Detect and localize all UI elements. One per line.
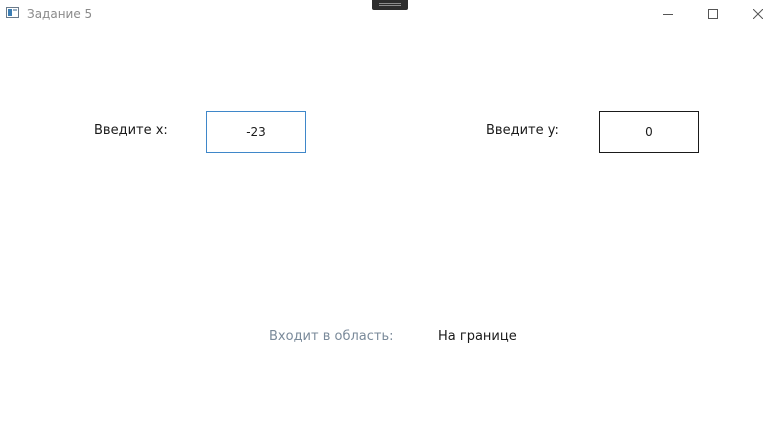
drag-handle-icon[interactable] <box>372 0 408 10</box>
result-value: На границе <box>438 329 517 344</box>
minimize-icon <box>663 14 673 15</box>
app-window: Задание 5 Введите x: Введите y: Входит в… <box>0 0 781 434</box>
x-label: Введите x: <box>94 123 168 138</box>
maximize-icon <box>708 9 718 19</box>
x-input[interactable] <box>206 111 306 153</box>
y-label: Введите y: <box>486 123 559 138</box>
result-caption: Входит в область: <box>269 329 394 344</box>
maximize-button[interactable] <box>690 0 736 28</box>
close-button[interactable] <box>735 0 781 28</box>
title-bar[interactable]: Задание 5 <box>0 0 781 28</box>
window-title: Задание 5 <box>27 7 93 21</box>
minimize-button[interactable] <box>645 0 691 28</box>
y-input[interactable] <box>599 111 699 153</box>
app-icon <box>6 7 19 18</box>
close-icon <box>753 9 763 19</box>
